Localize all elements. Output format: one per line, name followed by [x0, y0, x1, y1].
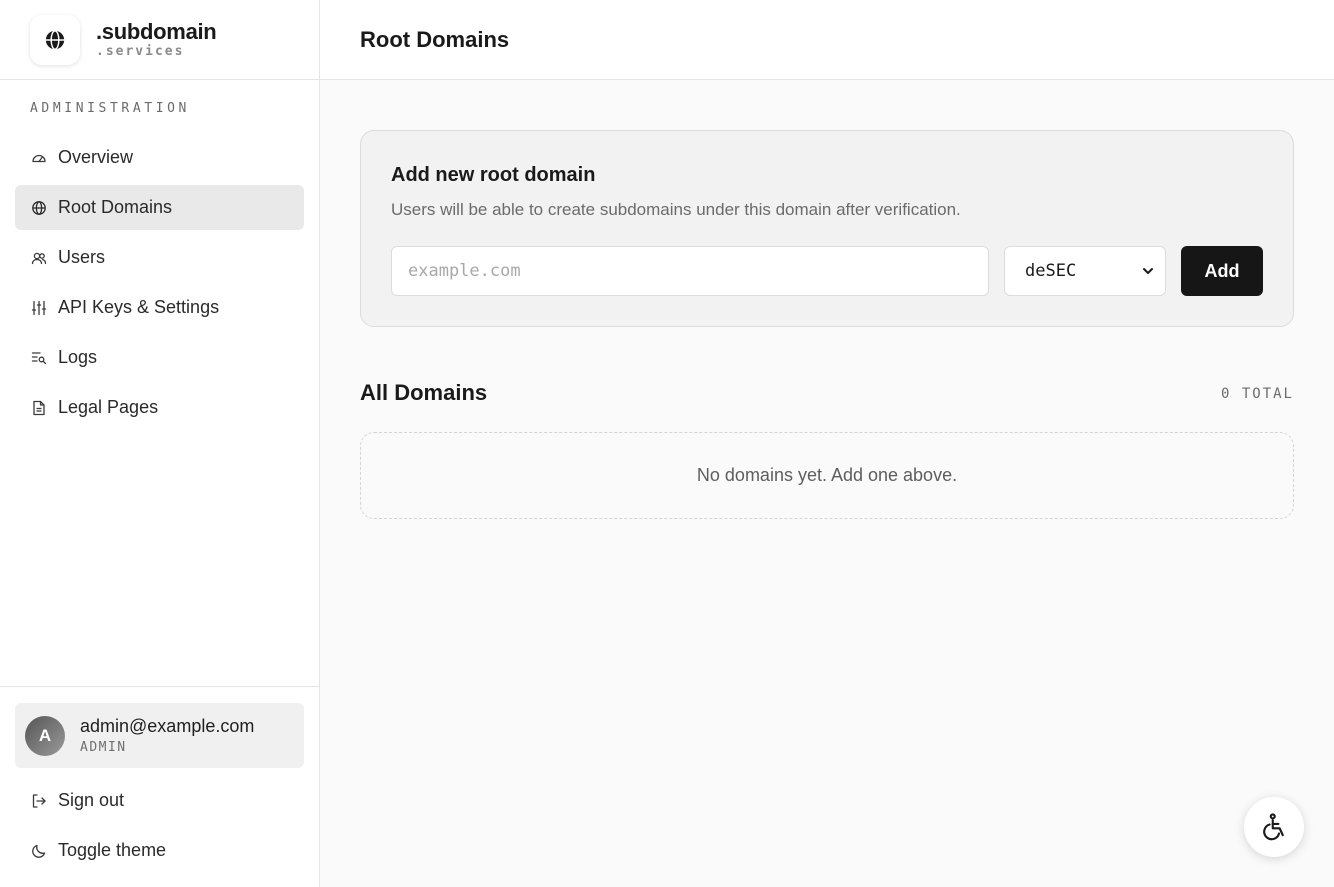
- users-icon: [31, 250, 47, 266]
- add-domain-title: Add new root domain: [391, 164, 596, 186]
- domain-input[interactable]: [391, 246, 989, 296]
- add-button[interactable]: Add: [1181, 246, 1263, 296]
- sidebar-item-logs[interactable]: Logs: [15, 335, 304, 380]
- accessibility-button[interactable]: [1244, 797, 1304, 857]
- globe-icon: [45, 29, 65, 50]
- empty-domains-message: No domains yet. Add one above.: [360, 432, 1294, 519]
- user-role: ADMIN: [80, 739, 127, 755]
- all-domains-title: All Domains: [360, 380, 488, 405]
- user-email: admin@example.com: [80, 715, 255, 736]
- sidebar: .subdomain .services ADMINISTRATION Over…: [0, 0, 320, 887]
- moon-icon: [31, 843, 47, 859]
- domains-total-count: 0 TOTAL: [1220, 386, 1294, 402]
- sidebar-item-label: Root Domains: [58, 197, 173, 217]
- page-title: Root Domains: [360, 26, 510, 52]
- sign-out-icon: [31, 793, 47, 809]
- sidebar-item-label: Overview: [58, 147, 134, 167]
- toggle-theme-button[interactable]: Toggle theme: [15, 828, 304, 873]
- sign-out-label: Sign out: [58, 790, 125, 810]
- provider-select[interactable]: deSEC: [1004, 246, 1166, 296]
- add-domain-card: Add new root domain Users will be able t…: [360, 130, 1294, 327]
- sidebar-nav: Overview Root Domains Users API Keys & S…: [15, 135, 304, 435]
- section-label: ADMINISTRATION: [30, 101, 190, 116]
- sidebar-item-label: Users: [58, 247, 106, 267]
- sliders-icon: [31, 300, 47, 316]
- brand-subtitle: .services: [96, 43, 185, 59]
- brand-logo[interactable]: [30, 14, 80, 65]
- sidebar-item-legal-pages[interactable]: Legal Pages: [15, 385, 304, 430]
- brand-name: .subdomain: [96, 18, 217, 44]
- chevron-down-icon: [1143, 268, 1153, 274]
- logs-icon: [31, 350, 47, 366]
- top-bar: Root Domains: [320, 0, 1334, 80]
- document-icon: [31, 400, 47, 416]
- sidebar-item-overview[interactable]: Overview: [15, 135, 304, 180]
- toggle-theme-label: Toggle theme: [58, 840, 167, 860]
- brand-header: .subdomain .services: [0, 0, 319, 80]
- sign-out-button[interactable]: Sign out: [15, 778, 304, 823]
- sidebar-item-label: Logs: [58, 347, 98, 367]
- add-domain-description: Users will be able to create subdomains …: [391, 200, 961, 219]
- sidebar-item-label: API Keys & Settings: [58, 297, 220, 317]
- gauge-icon: [31, 150, 47, 166]
- provider-selected-value: deSEC: [1025, 261, 1077, 281]
- sidebar-item-root-domains[interactable]: Root Domains: [15, 185, 304, 230]
- sidebar-item-api-keys-settings[interactable]: API Keys & Settings: [15, 285, 304, 330]
- sidebar-item-label: Legal Pages: [58, 397, 159, 417]
- sidebar-item-users[interactable]: Users: [15, 235, 304, 280]
- sidebar-footer: A admin@example.com ADMIN Sign out Toggl…: [0, 686, 319, 860]
- avatar: A: [25, 715, 65, 756]
- user-card[interactable]: A admin@example.com ADMIN: [15, 703, 304, 768]
- globe-icon: [31, 200, 47, 216]
- wheelchair-icon: [1263, 813, 1284, 841]
